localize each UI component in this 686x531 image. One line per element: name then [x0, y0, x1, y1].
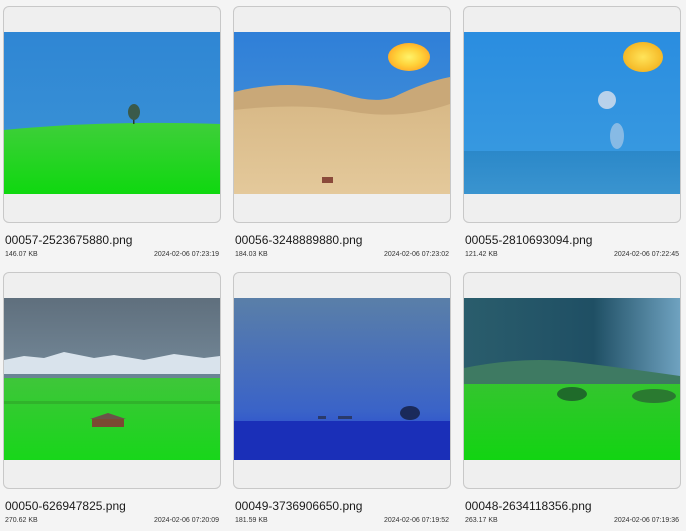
file-name: 00057-2523675880.png	[5, 233, 133, 247]
image-thumbnail[interactable]	[233, 272, 451, 489]
gallery-item[interactable]: 00056-3248889880.png 184.03 KB 2024-02-0…	[233, 6, 451, 261]
file-date: 2024-02-06 07:23:19	[154, 251, 219, 258]
file-name: 00048-2634118356.png	[465, 499, 592, 513]
file-name: 00056-3248889880.png	[235, 233, 363, 247]
image-thumbnail[interactable]	[463, 6, 681, 223]
gallery-item[interactable]: 00048-2634118356.png 263.17 KB 2024-02-0…	[463, 272, 681, 527]
file-date: 2024-02-06 07:22:45	[614, 251, 679, 258]
thumbnail-image-meadow-cabin	[4, 298, 220, 460]
thumbnail-image-blue-fog	[234, 298, 450, 460]
gallery-item[interactable]: 00049-3736906650.png 181.59 KB 2024-02-0…	[233, 272, 451, 527]
gallery-item[interactable]: 00050-626947825.png 270.62 KB 2024-02-06…	[3, 272, 221, 527]
thumbnail-image-ocean	[464, 32, 680, 194]
file-size: 181.59 KB	[235, 517, 268, 524]
gallery-item[interactable]: 00055-2810693094.png 121.42 KB 2024-02-0…	[463, 6, 681, 261]
image-thumbnail[interactable]	[233, 6, 451, 223]
file-size: 184.03 KB	[235, 251, 268, 258]
file-size: 270.62 KB	[5, 517, 38, 524]
image-thumbnail[interactable]	[3, 6, 221, 223]
file-size: 121.42 KB	[465, 251, 498, 258]
image-thumbnail[interactable]	[463, 272, 681, 489]
file-date: 2024-02-06 07:19:36	[614, 517, 679, 524]
thumbnail-image-desert	[234, 32, 450, 194]
image-thumbnail[interactable]	[3, 272, 221, 489]
file-name: 00049-3736906650.png	[235, 499, 363, 513]
file-name: 00055-2810693094.png	[465, 233, 593, 247]
file-date: 2024-02-06 07:19:52	[384, 517, 449, 524]
file-size: 146.07 KB	[5, 251, 38, 258]
file-date: 2024-02-06 07:20:09	[154, 517, 219, 524]
file-date: 2024-02-06 07:23:02	[384, 251, 449, 258]
thumbnail-image-green-hill	[4, 32, 220, 194]
gallery-item[interactable]: 00057-2523675880.png 146.07 KB 2024-02-0…	[3, 6, 221, 261]
file-name: 00050-626947825.png	[5, 499, 126, 513]
file-size: 263.17 KB	[465, 517, 498, 524]
thumbnail-image-storm-field	[464, 298, 680, 460]
